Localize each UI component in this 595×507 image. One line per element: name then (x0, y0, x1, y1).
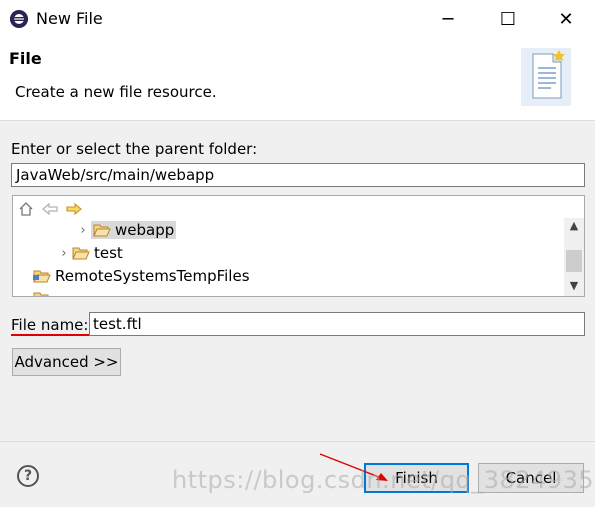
parent-folder-label: Enter or select the parent folder: (11, 140, 258, 158)
forward-arrow-icon[interactable] (65, 200, 83, 218)
wizard-header: File Create a new file resource. (0, 38, 595, 121)
tree-item-label: RemoteSystemsTempFiles (55, 267, 250, 285)
parent-folder-input[interactable]: JavaWeb/src/main/webapp (11, 163, 585, 187)
tree-item-remotesystemstempfiles[interactable]: RemoteSystemsTempFiles (33, 265, 250, 287)
file-name-input[interactable]: test.ftl (89, 312, 585, 336)
open-folder-icon (93, 224, 111, 237)
page-description: Create a new file resource. (15, 83, 217, 101)
project-folder-icon (33, 270, 51, 283)
footer-divider (0, 441, 595, 442)
window-title: New File (36, 9, 103, 28)
scroll-up-icon[interactable]: ▲ (564, 218, 584, 234)
close-button[interactable]: ✕ (543, 0, 589, 38)
help-icon[interactable]: ? (17, 465, 39, 487)
home-icon[interactable] (17, 200, 35, 218)
tree-item-label: test (94, 244, 123, 262)
folder-tree[interactable]: › webapp › test RemoteSystemsTempFiles ▲… (12, 195, 585, 297)
selected-item-highlight: webapp (91, 221, 177, 239)
page-title: File (9, 49, 42, 68)
new-file-wizard-icon (521, 48, 571, 106)
advanced-button[interactable]: Advanced >> (12, 348, 121, 376)
project-folder-icon (33, 292, 49, 296)
folder-icon (72, 247, 90, 260)
watermark: https://blog.csdn.net/qq_38249358 (172, 466, 595, 494)
maximize-button[interactable]: ☐ (485, 0, 531, 38)
tree-item-test[interactable]: › test (56, 242, 123, 264)
tree-toolbar (17, 199, 83, 219)
tree-item-webapp[interactable]: › webapp (75, 219, 177, 241)
tree-item-label: webapp (115, 221, 175, 239)
title-bar: New File ─ ☐ ✕ (0, 0, 595, 38)
chevron-right-icon[interactable]: › (56, 246, 72, 261)
minimize-button[interactable]: ─ (425, 0, 471, 38)
tree-scrollbar[interactable]: ▲ ▼ (564, 218, 584, 296)
scroll-down-icon[interactable]: ▼ (564, 278, 584, 294)
back-arrow-icon[interactable] (41, 200, 59, 218)
tree-item-partial[interactable] (33, 287, 55, 296)
scroll-thumb[interactable] (566, 250, 582, 272)
file-name-label: File name: (11, 316, 89, 334)
eclipse-app-icon (10, 10, 28, 28)
chevron-right-icon[interactable]: › (75, 223, 91, 238)
